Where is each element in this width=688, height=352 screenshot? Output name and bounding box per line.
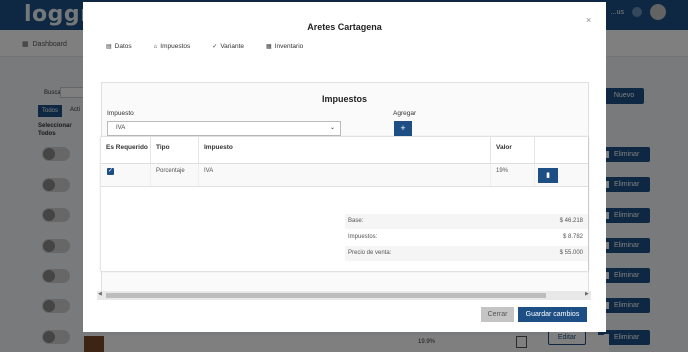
table-cell-tax: IVA [199,164,491,186]
modal-tabs: ▤ Datos ⌂ Impuestos ✓ Variante ▦ Inventario [106,43,303,50]
row-divider [101,186,588,187]
table-cell-value: 19% [491,164,535,186]
save-button[interactable]: Guardar cambios [518,307,587,322]
column-header-tax: Impuesto [199,137,491,164]
add-tax-label: Agregar [393,110,417,117]
chevron-down-icon: ⌄ [329,125,335,131]
summary-base: Base: $ 46.218 [345,214,588,229]
summary-sale-price-label: Precio de venta: [348,250,392,256]
column-header-type: Tipo [151,137,199,164]
tab-variante-label: Variante [220,43,245,50]
cancel-button[interactable]: Cerrar [481,307,514,322]
close-icon[interactable]: × [586,15,591,25]
tab-datos[interactable]: ▤ Datos [106,43,132,50]
summary-base-value: $ 46.218 [559,218,583,224]
scroll-right-icon[interactable]: ▶ [585,291,589,297]
scroll-left-icon[interactable]: ◀ [98,291,102,297]
summary-taxes: Impuestos: $ 8.782 [345,230,588,245]
add-tax-button[interactable]: + [394,121,412,136]
trash-icon: ▮ [546,172,550,179]
check-icon: ✓ [212,44,218,50]
tab-inventario[interactable]: ▦ Inventario [266,43,303,50]
tab-impuestos-label: Impuestos [160,43,191,50]
summary-taxes-label: Impuestos: [348,234,378,240]
column-header-value: Valor [491,137,535,164]
tab-datos-label: Datos [114,43,132,50]
summary-sale-price-value: $ 55.000 [559,250,583,256]
modal-title: Aretes Cartagena [307,22,382,32]
tab-impuestos[interactable]: ⌂ Impuestos [154,43,191,50]
tax-select[interactable]: IVA ⌄ [107,121,341,136]
id-card-icon: ▤ [106,44,112,50]
grid-icon: ▦ [266,44,272,50]
delete-tax-button[interactable]: ▮ [538,168,558,183]
column-header-actions [535,137,588,164]
summary-base-label: Base: [348,218,364,224]
summary-taxes-value: $ 8.782 [562,234,583,240]
tax-table-card: Es Requerido Tipo Impuesto Valor ✓ Porce… [101,137,588,271]
scroll-thumb[interactable] [106,293,546,298]
tab-variante[interactable]: ✓ Variante [212,43,244,50]
section-title: Impuestos [321,94,367,104]
table-cell-type: Porcentaje [151,164,199,186]
tab-inventario-label: Inventario [274,43,304,50]
summary-sale-price: Precio de venta: $ 55.000 [345,246,588,261]
required-checkbox[interactable]: ✓ [107,168,114,175]
column-header-required: Es Requerido [101,137,151,164]
tax-select-value: IVA [116,125,126,131]
bank-icon: ⌂ [153,43,158,50]
tax-select-label: Impuesto [107,110,134,117]
